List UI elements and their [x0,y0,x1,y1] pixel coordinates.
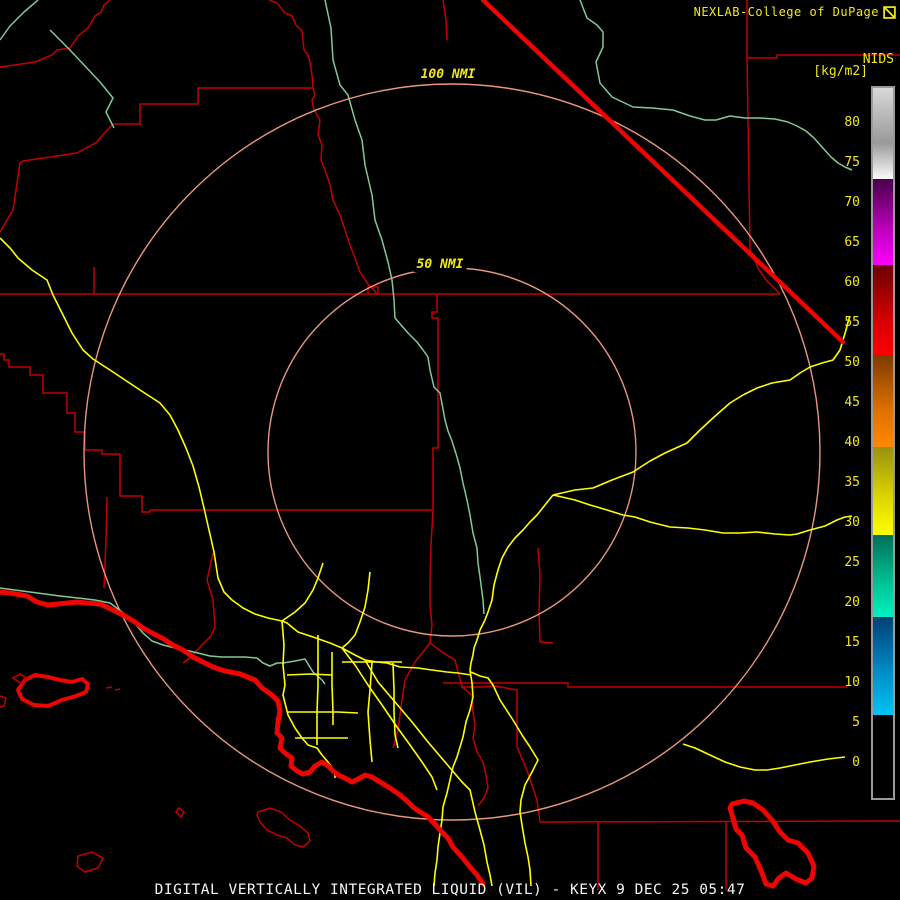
colorbar-segment [873,535,893,617]
colorbar-tick-label: 20 [810,595,860,611]
colorbar-segment [873,617,893,715]
state-line [483,0,843,342]
colorbar-tick-label: 50 [810,355,860,371]
colorbar-tick-label: 70 [810,195,860,211]
salton-sea [730,801,814,886]
app-title: NEXLAB-College of DuPage [694,5,896,19]
radar-map [0,0,900,900]
range-label-100nmi: 100 NMI [418,67,479,82]
colorbar-tick-label: 10 [810,675,860,691]
colorbar-tick-label: 25 [810,555,860,571]
product-caption: DIGITAL VERTICALLY INTEGRATED LIQUID (VI… [0,882,900,898]
colorbar-tick-label: 40 [810,435,860,451]
units-label: [kg/m2] [813,64,868,79]
county-boundaries [0,0,900,890]
vil-colorbar [871,86,895,800]
colorbar-tick-label: 60 [810,275,860,291]
title-text: NEXLAB-College of DuPage [694,5,879,19]
colorbar-tick-label: 30 [810,515,860,531]
colorbar-tick-label: 45 [810,395,860,411]
cod-logo-icon [883,6,896,19]
range-ring-50nmi [268,268,636,636]
coastline [0,592,483,884]
colorbar-tick-label: 15 [810,635,860,651]
range-rings [84,84,820,820]
colorbar-segment [873,88,893,179]
radar-display: NEXLAB-College of DuPage NIDS [kg/m2] 10… [0,0,900,900]
islands [0,674,310,872]
colorbar-segment [873,179,893,265]
colorbar-tick-label: 0 [810,755,860,771]
colorbar-segment [873,265,893,355]
colorbar-tick-label: 55 [810,315,860,331]
colorbar-tick-label: 75 [810,155,860,171]
highways [0,238,852,886]
colorbar-tick-label: 35 [810,475,860,491]
rivers [0,0,852,684]
range-ring-100nmi [84,84,820,820]
colorbar-tick-label: 65 [810,235,860,251]
colorbar-segment [873,447,893,535]
range-label-50nmi: 50 NMI [414,257,467,272]
colorbar-tick-label: 80 [810,115,860,131]
colorbar-segment [873,715,893,798]
colorbar-tick-label: 5 [810,715,860,731]
colorbar-segment [873,355,893,447]
